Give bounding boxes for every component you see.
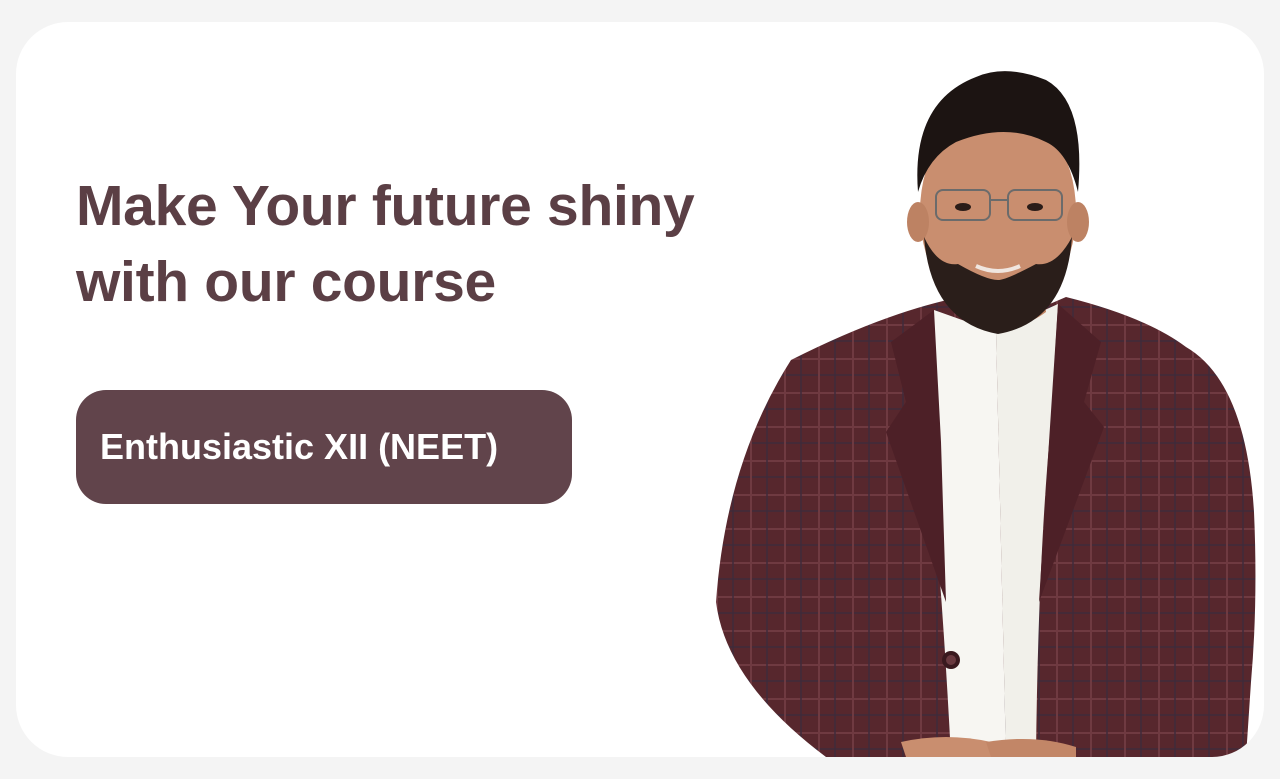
instructor-photo bbox=[716, 71, 1256, 757]
hero-headline: Make Your future shiny with our course bbox=[76, 168, 776, 320]
course-button[interactable]: Enthusiastic XII (NEET) bbox=[76, 390, 572, 504]
headline-line-1: Make Your future shiny bbox=[76, 174, 695, 238]
headline-line-2: with our course bbox=[76, 250, 496, 314]
hero-card: Make Your future shiny with our course E… bbox=[16, 22, 1264, 757]
